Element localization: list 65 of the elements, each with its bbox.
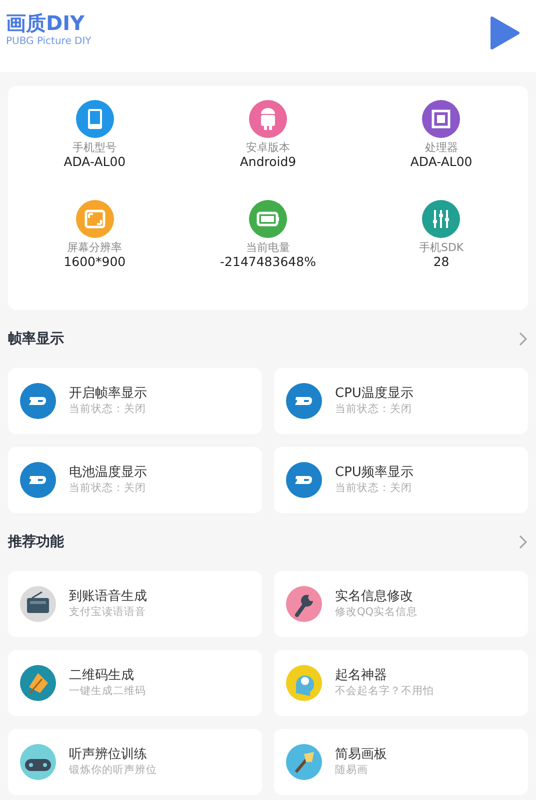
feature-subtitle: 一键生成二维码: [69, 684, 146, 698]
info-value: 1600*900: [64, 254, 126, 270]
info-label: 屏幕分辨率: [67, 241, 122, 254]
app-subtitle: PUBG Picture DIY: [6, 35, 92, 49]
info-value: 28: [433, 254, 450, 270]
info-label: 手机型号: [72, 141, 117, 154]
head-icon: [286, 665, 322, 701]
feature-subtitle: 支付宝读语语音: [69, 606, 147, 620]
info-label: 安卓版本: [246, 141, 290, 154]
feature-card[interactable]: 开启帧率显示 当前状态：关闭: [8, 368, 262, 434]
info-value: -2147483648%: [220, 254, 316, 270]
feature-title: 起名神器: [335, 668, 388, 685]
feature-subtitle: 当前状态：关闭: [335, 402, 413, 416]
feature-title: CPU温度显示: [335, 386, 414, 403]
info-label: 手机SDK: [418, 241, 464, 254]
gamepad-icon: [20, 744, 56, 780]
feature-card[interactable]: CPU频率显示 当前状态：关闭: [274, 447, 528, 513]
info-value: ADA-AL00: [64, 154, 126, 170]
feature-title: CPU频率显示: [335, 464, 414, 482]
feature-title: 实名信息修改: [335, 588, 414, 606]
feature-title: 开启帧率显示: [69, 386, 147, 403]
feature-title: 电池温度显示: [69, 464, 147, 482]
leaf-icon: [20, 665, 56, 701]
feature-title: 到账语音生成: [69, 588, 147, 606]
feature-card[interactable]: 简易画板 随易画: [274, 729, 528, 795]
feature-subtitle: 修改QQ实名信息: [335, 606, 418, 620]
dash-icon: [20, 462, 56, 498]
section-title: 推荐功能: [8, 532, 64, 552]
info-value: ADA-AL00: [410, 154, 472, 170]
feature-subtitle: 随易画: [335, 764, 369, 778]
chip-icon: [422, 100, 460, 138]
app-title: 画质DIY: [6, 12, 86, 34]
feature-subtitle: 当前状态：关闭: [335, 482, 413, 496]
resize-icon: [76, 200, 114, 238]
chevron-right-icon[interactable]: [518, 332, 528, 346]
dash-icon: [20, 383, 56, 419]
feature-subtitle: 不会起名字？不用怕: [335, 684, 434, 698]
section-title: 帧率显示: [8, 330, 64, 348]
feature-title: 简易画板: [335, 746, 387, 764]
info-label: 当前电量: [246, 241, 290, 254]
dash-icon: [286, 383, 322, 419]
robot-icon: [248, 100, 287, 138]
feature-title: 二维码生成: [69, 668, 135, 685]
feature-card[interactable]: CPU温度显示 当前状态：关闭: [274, 368, 528, 434]
brush-icon: [286, 744, 322, 780]
feature-card[interactable]: 二维码生成 一键生成二维码: [8, 650, 262, 716]
feature-subtitle: 锻炼你的听声辨位: [69, 764, 157, 778]
info-value: Android9: [240, 154, 296, 170]
feature-card[interactable]: 电池温度显示 当前状态：关闭: [8, 447, 262, 513]
feature-card[interactable]: 到账语音生成 支付宝读语语音: [8, 571, 262, 637]
phone-icon: [76, 100, 114, 138]
chevron-right-icon[interactable]: [518, 535, 528, 549]
feature-title: 听声辨位训练: [69, 746, 148, 764]
battery-icon: [248, 200, 287, 238]
feature-card[interactable]: 实名信息修改 修改QQ实名信息: [274, 571, 528, 637]
feature-subtitle: 当前状态：关闭: [69, 482, 147, 496]
play-button[interactable]: [490, 16, 520, 50]
feature-card[interactable]: 听声辨位训练 锻炼你的听声辨位: [8, 729, 262, 795]
feature-card[interactable]: 起名神器 不会起名字？不用怕: [274, 650, 528, 716]
radio-icon: [20, 586, 56, 622]
sliders-icon: [422, 200, 460, 238]
feature-subtitle: 当前状态：关闭: [69, 402, 147, 416]
info-label: 处理器: [424, 141, 458, 154]
wrench-icon: [286, 586, 322, 622]
dash-icon: [286, 462, 322, 498]
